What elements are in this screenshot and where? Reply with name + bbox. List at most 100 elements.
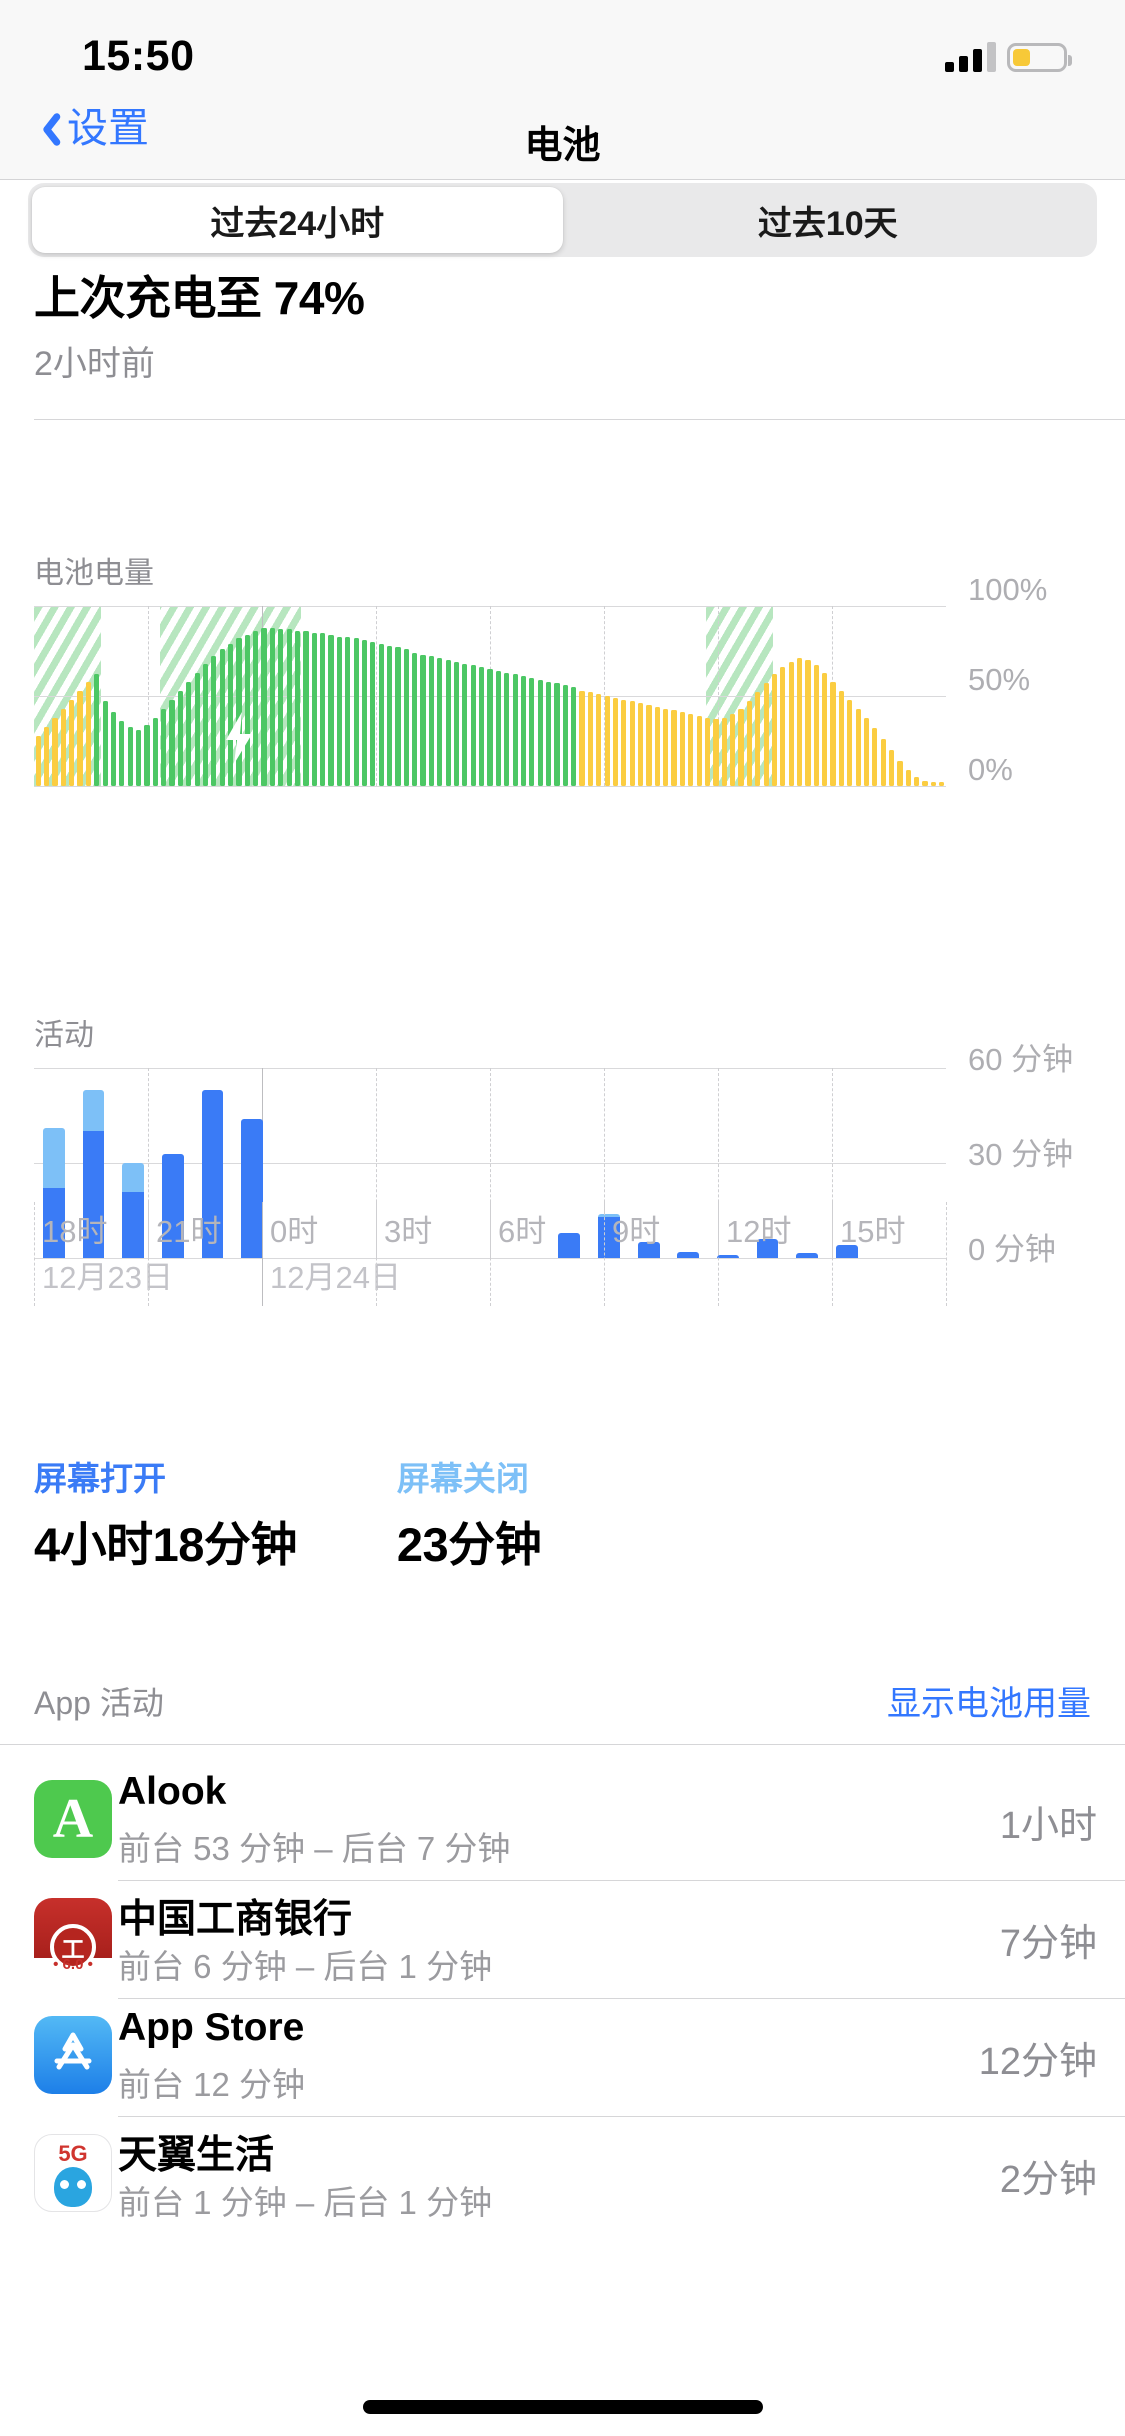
last-charge-subtitle: 2小时前 <box>34 336 1125 385</box>
screen-on-value: 4小时18分钟 <box>34 1506 297 1575</box>
battery-level-bar <box>596 694 601 786</box>
battery-level-bar <box>847 700 852 786</box>
battery-level-bar <box>546 682 551 786</box>
activity-date-label: 12月23日 <box>42 1252 173 1297</box>
battery-level-chart[interactable] <box>34 606 946 786</box>
battery-level-bar <box>722 718 727 786</box>
battery-y-tick-label: 50% <box>968 662 1030 698</box>
app-total-time: 7分钟 <box>1000 1912 1097 1967</box>
battery-level-bar <box>119 721 124 786</box>
app-row-icbc[interactable]: 工• 6.0 • 中国工商银行 前台 6 分钟 – 后台 1 分钟 7分钟 <box>0 1880 1125 1998</box>
battery-level-bar <box>521 676 526 786</box>
battery-level-bar <box>420 655 425 786</box>
battery-level-bar <box>404 649 409 786</box>
x-axis-tick <box>832 1202 833 1306</box>
app-name: Alook <box>118 1770 226 1814</box>
battery-level-bar <box>169 700 174 786</box>
app-total-time: 1小时 <box>1000 1794 1097 1849</box>
activity-x-tick-label: 3时 <box>384 1206 432 1251</box>
battery-level-bar <box>303 631 308 786</box>
status-bar-indicators <box>945 34 1067 72</box>
battery-level-bar <box>111 712 116 786</box>
battery-level-bar <box>462 664 467 786</box>
battery-level-bar <box>44 727 49 786</box>
show-battery-usage-link[interactable]: 显示电池用量 <box>887 1676 1091 1725</box>
tab-last-10-days[interactable]: 过去10天 <box>563 187 1094 253</box>
x-axis-tick <box>148 1202 149 1306</box>
activity-x-tick-label: 0时 <box>270 1206 318 1251</box>
battery-level-bar <box>211 656 216 786</box>
battery-level-bar <box>872 728 877 786</box>
battery-level-bar <box>906 770 911 786</box>
app-usage-detail: 前台 6 分钟 – 后台 1 分钟 <box>118 1940 492 1988</box>
battery-level-bar <box>563 685 568 786</box>
battery-level-bar <box>655 707 660 786</box>
battery-level-bar <box>814 665 819 786</box>
home-indicator[interactable] <box>363 2400 763 2414</box>
battery-level-bar <box>705 718 710 786</box>
cellular-bars-icon <box>945 42 996 72</box>
activity-x-tick-label: 9时 <box>612 1206 660 1251</box>
x-axis-tick <box>34 1202 35 1306</box>
last-charge-block: 上次充电至 74% 2小时前 <box>0 262 1125 420</box>
navigation-bar: 设置 电池 <box>0 102 1125 180</box>
divider <box>0 1744 1125 1745</box>
battery-level-bar <box>780 667 785 786</box>
battery-level-bar <box>646 705 651 786</box>
divider <box>34 419 1125 420</box>
app-name: 天翼生活 <box>118 2124 274 2180</box>
battery-level-bar <box>103 701 108 786</box>
vertical-gridline <box>376 606 377 786</box>
battery-level-bar <box>69 700 74 786</box>
app-row-tianyi[interactable]: 5G 天翼生活 前台 1 分钟 – 后台 1 分钟 2分钟 <box>0 2116 1125 2234</box>
battery-level-bar <box>755 692 760 786</box>
battery-level-bar <box>128 727 133 786</box>
battery-level-bar <box>671 710 676 786</box>
status-bar-time: 15:50 <box>82 32 194 81</box>
tianyi-app-icon: 5G <box>34 2134 112 2212</box>
app-row-alook[interactable]: A Alook 前台 53 分钟 – 后台 7 分钟 1小时 <box>0 1762 1125 1880</box>
activity-x-axis: 18时21时0时3时6时9时12时15时12月23日12月24日 <box>34 1206 946 1316</box>
battery-level-bar <box>697 716 702 786</box>
charging-bolt-icon <box>221 712 257 764</box>
app-total-time: 2分钟 <box>1000 2148 1097 2203</box>
battery-level-bar <box>362 640 367 786</box>
app-usage-detail: 前台 53 分钟 – 后台 7 分钟 <box>118 1822 510 1870</box>
activity-x-tick-label: 12时 <box>726 1206 791 1251</box>
screen-on-summary: 屏幕打开 4小时18分钟 <box>0 1452 297 1575</box>
battery-level-bar <box>153 718 158 786</box>
battery-level-bar <box>136 730 141 786</box>
app-name: 中国工商银行 <box>118 1888 352 1944</box>
battery-level-bar <box>203 664 208 786</box>
battery-level-bar <box>513 674 518 786</box>
app-row-app-store[interactable]: App Store 前台 12 分钟 12分钟 <box>0 1998 1125 2116</box>
x-axis-tick <box>262 1202 263 1306</box>
activity-x-tick-label: 18时 <box>42 1206 107 1251</box>
screen-time-summary: 屏幕打开 4小时18分钟 屏幕关闭 23分钟 <box>0 1452 1125 1575</box>
screen-off-value: 23分钟 <box>397 1506 541 1575</box>
battery-level-chart-label: 电池电量 <box>34 548 1125 592</box>
battery-level-bar <box>789 662 794 786</box>
gridline <box>34 786 946 787</box>
battery-level-bar <box>504 673 509 786</box>
battery-y-tick-label: 0% <box>968 752 1013 788</box>
battery-level-bar <box>579 691 584 786</box>
screen-off-segment <box>43 1128 65 1188</box>
x-axis-tick <box>604 1202 605 1306</box>
battery-level-bar <box>270 628 275 786</box>
battery-level-bar <box>621 700 626 786</box>
battery-level-bar <box>538 680 543 786</box>
tab-last-24-hours[interactable]: 过去24小时 <box>32 187 563 253</box>
time-range-segmented-control[interactable]: 过去24小时 过去10天 <box>28 183 1097 257</box>
battery-level-bar <box>630 701 635 786</box>
activity-chart-section: 活动 60 分钟30 分钟0 分钟 18时21时0时3时6时9时12时15时12… <box>0 1010 1125 1258</box>
battery-level-bar <box>839 691 844 786</box>
battery-level-bar <box>370 642 375 786</box>
battery-level-bar <box>764 683 769 786</box>
battery-level-bar <box>161 709 166 786</box>
battery-level-bar <box>487 669 492 786</box>
battery-level-bar <box>663 709 668 786</box>
battery-level-bar <box>688 714 693 786</box>
battery-level-bar <box>605 696 610 786</box>
battery-level-bar <box>412 653 417 786</box>
